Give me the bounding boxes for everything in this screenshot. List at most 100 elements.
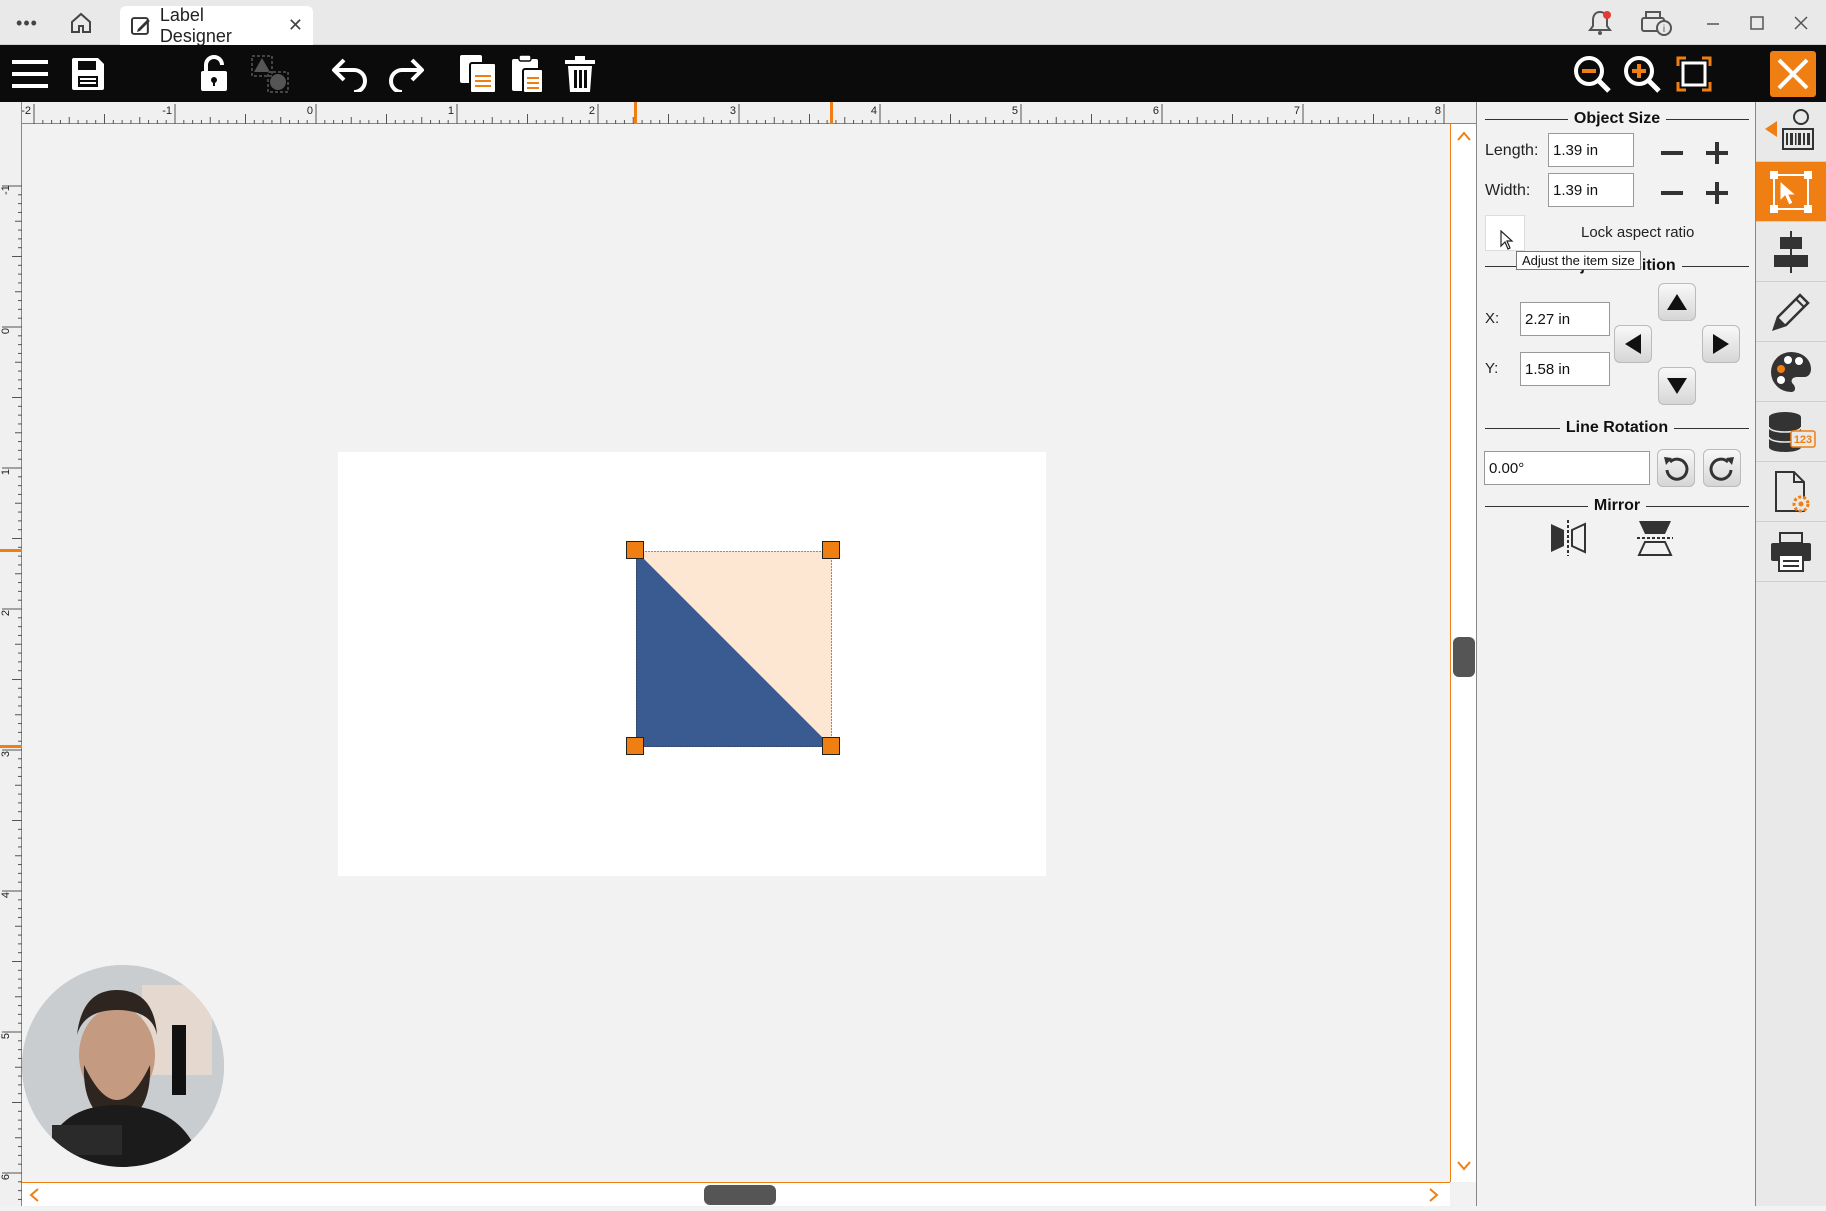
move-down-button[interactable] [1658, 367, 1696, 405]
line-rotation-title: Line Rotation [1485, 419, 1749, 437]
vertical-scroll-thumb[interactable] [1453, 637, 1475, 677]
sidebar-item-colors[interactable] [1756, 342, 1826, 402]
horizontal-ruler: -2 -1 0 1 2 3 4 5 6 7 8 [0, 102, 1476, 124]
svg-text:123: 123 [1794, 434, 1812, 446]
ruler-label: -1 [0, 185, 12, 195]
barcode-icon [1765, 108, 1814, 150]
undo-button[interactable] [328, 52, 372, 96]
maximize-button[interactable] [1744, 8, 1770, 38]
length-increase-button[interactable] [1697, 133, 1737, 173]
y-position-input[interactable]: 1.58 in [1520, 352, 1610, 386]
minimize-button[interactable] [1700, 8, 1726, 38]
webcam-overlay [22, 965, 224, 1167]
zoom-in-icon [1624, 56, 1661, 93]
move-right-button[interactable] [1702, 325, 1740, 363]
triangle-graphic [636, 551, 832, 747]
scroll-up-icon[interactable] [1455, 128, 1473, 146]
width-increase-button[interactable] [1697, 173, 1737, 213]
group-button [248, 52, 292, 96]
rotate-right-icon [1709, 457, 1734, 481]
sidebar-item-print[interactable] [1756, 522, 1826, 582]
redo-icon [389, 58, 424, 92]
copy-button[interactable] [456, 52, 500, 96]
ruler-selection-marker [0, 549, 22, 552]
sidebar-item-database[interactable]: 123 [1756, 402, 1826, 462]
ruler-label: 3 [0, 751, 12, 757]
paste-button[interactable] [506, 52, 550, 96]
home-button[interactable] [66, 8, 96, 38]
scroll-right-icon[interactable] [1424, 1186, 1442, 1204]
edit-icon [130, 16, 150, 35]
sidebar-item-barcode[interactable] [1756, 102, 1826, 162]
minus-icon [1661, 191, 1683, 195]
sidebar-item-page-settings[interactable] [1756, 462, 1826, 522]
ruler-label: 3 [730, 105, 736, 117]
close-icon [1777, 58, 1809, 90]
resize-handle-bottom-left[interactable] [626, 737, 644, 755]
mirror-horizontal-button[interactable] [1548, 518, 1588, 558]
sidebar-item-select-size[interactable] [1756, 162, 1826, 222]
horizontal-scroll-thumb[interactable] [704, 1185, 776, 1205]
x-label: X: [1485, 310, 1500, 327]
maximize-icon [1750, 16, 1764, 30]
length-decrease-button[interactable] [1652, 133, 1692, 173]
undo-icon [332, 58, 367, 92]
move-up-button[interactable] [1658, 283, 1696, 321]
ruler-label: 0 [0, 328, 12, 334]
sidebar-item-align[interactable] [1756, 222, 1826, 282]
ruler-label: 2 [589, 105, 595, 117]
lock-aspect-checkbox[interactable] [1485, 215, 1525, 251]
move-left-button[interactable] [1614, 325, 1652, 363]
zoom-out-button[interactable] [1570, 52, 1614, 96]
rotate-right-button[interactable] [1703, 449, 1741, 487]
tab-label-designer[interactable]: Label Designer ✕ [120, 5, 313, 46]
notifications-button[interactable] [1584, 8, 1616, 38]
delete-button[interactable] [558, 52, 602, 96]
save-button[interactable] [66, 52, 110, 96]
page-settings-icon [1775, 470, 1810, 512]
scroll-left-icon[interactable] [26, 1186, 44, 1204]
menu-button[interactable] [8, 52, 52, 96]
width-decrease-button[interactable] [1652, 173, 1692, 213]
zoom-out-icon [1574, 56, 1611, 93]
more-menu-button[interactable]: ••• [10, 8, 44, 38]
triangle-shape[interactable] [626, 541, 840, 755]
zoom-in-button[interactable] [1620, 52, 1664, 96]
scroll-down-icon[interactable] [1455, 1156, 1473, 1174]
vertical-scrollbar[interactable] [1450, 124, 1476, 1182]
resize-handle-bottom-right[interactable] [822, 737, 840, 755]
ruler-label: 0 [307, 105, 313, 117]
redo-button[interactable] [384, 52, 428, 96]
close-designer-button[interactable] [1770, 51, 1816, 97]
lock-button[interactable] [192, 52, 236, 96]
resize-handle-top-right[interactable] [822, 541, 840, 559]
ruler-label: 1 [448, 105, 454, 117]
horizontal-scrollbar[interactable] [22, 1182, 1450, 1206]
sidebar-item-draw[interactable] [1756, 282, 1826, 342]
plus-icon [1706, 182, 1728, 204]
rotate-left-icon [1664, 457, 1689, 481]
x-position-input[interactable]: 2.27 in [1520, 302, 1610, 336]
save-icon [72, 58, 104, 90]
length-label: Length: [1485, 142, 1539, 159]
tooltip: Adjust the item size [1516, 251, 1641, 270]
object-size-title: Object Size [1485, 110, 1749, 128]
print-info-button[interactable]: i [1638, 8, 1674, 38]
delete-icon [565, 56, 595, 92]
width-input[interactable]: 1.39 in [1548, 173, 1634, 207]
mirror-horizontal-icon [1551, 520, 1586, 556]
close-tab-button[interactable]: ✕ [288, 15, 303, 36]
resize-handle-top-left[interactable] [626, 541, 644, 559]
fit-to-screen-button[interactable] [1672, 52, 1716, 96]
rotation-input[interactable]: 0.00° [1484, 451, 1650, 485]
length-input[interactable]: 1.39 in [1548, 133, 1634, 167]
right-sidebar: 123 [1756, 102, 1826, 1206]
rotate-left-button[interactable] [1657, 449, 1695, 487]
mirror-vertical-button[interactable] [1635, 518, 1675, 558]
close-window-button[interactable] [1788, 8, 1814, 38]
arrow-down-icon [1667, 378, 1687, 394]
arrow-left-icon [1625, 334, 1641, 354]
ruler-label: -2 [21, 105, 31, 117]
title-bar: ••• Label Designer ✕ i [0, 0, 1826, 46]
main-toolbar [0, 45, 1826, 102]
